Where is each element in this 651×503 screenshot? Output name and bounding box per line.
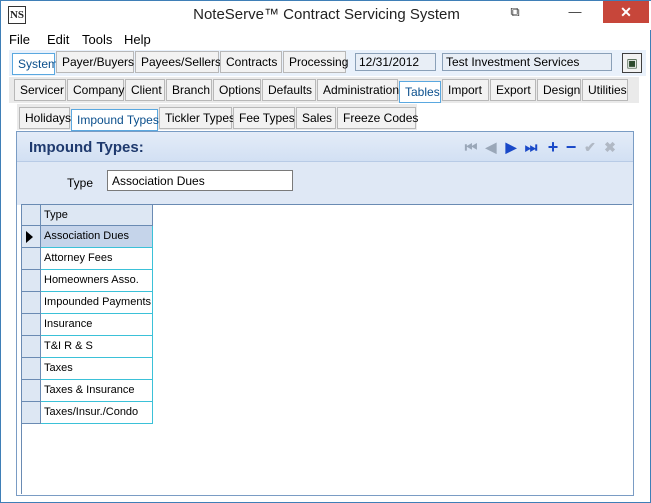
- tab-payer-buyers[interactable]: Payer/Buyers: [56, 51, 134, 73]
- tab-holidays[interactable]: Holidays: [19, 107, 71, 129]
- tab-processing[interactable]: Processing: [283, 51, 348, 73]
- menu-help[interactable]: Help: [124, 32, 151, 47]
- row-indicator[interactable]: [21, 270, 41, 292]
- tab-freeze-codes[interactable]: Freeze Codes: [337, 107, 418, 129]
- post-edit-icon[interactable]: ✔: [581, 138, 599, 156]
- tab-design[interactable]: Design: [537, 79, 581, 101]
- tab-export[interactable]: Export: [490, 79, 536, 101]
- grid-cell[interactable]: Attorney Fees: [41, 248, 153, 270]
- tab-options[interactable]: Options: [213, 79, 261, 101]
- tab-administration[interactable]: Administration: [317, 79, 399, 101]
- title-bar: NS NoteServe™ Contract Servicing System …: [1, 1, 651, 30]
- header-indicator: [21, 204, 41, 226]
- table-row[interactable]: Taxes & Insurance: [21, 380, 153, 402]
- tab-fee-types[interactable]: Fee Types: [233, 107, 295, 129]
- grid-cell[interactable]: Insurance: [41, 314, 153, 336]
- table-row[interactable]: Impounded Payments: [21, 292, 153, 314]
- grid-cell[interactable]: Taxes: [41, 358, 153, 380]
- grid-cell[interactable]: T&I R & S: [41, 336, 153, 358]
- table-row[interactable]: Taxes/Insur./Condo: [21, 402, 153, 424]
- tab-branch[interactable]: Branch: [166, 79, 212, 101]
- minimize-button[interactable]: —: [561, 1, 589, 23]
- row-indicator[interactable]: [21, 226, 41, 248]
- menu-edit[interactable]: Edit: [47, 32, 69, 47]
- grid-cell[interactable]: Homeowners Asso.: [41, 270, 153, 292]
- menu-tools[interactable]: Tools: [82, 32, 112, 47]
- tab-sales[interactable]: Sales: [296, 107, 336, 129]
- grid-cell[interactable]: Impounded Payments: [41, 292, 153, 314]
- tab-client[interactable]: Client: [125, 79, 165, 101]
- last-record-icon[interactable]: ⏭: [522, 138, 540, 156]
- grid-cell[interactable]: Association Dues: [41, 226, 153, 248]
- company-display: Test Investment Services: [442, 53, 612, 71]
- tab-import[interactable]: Import: [442, 79, 489, 101]
- row-indicator[interactable]: [21, 336, 41, 358]
- table-row[interactable]: Taxes: [21, 358, 153, 380]
- tab-defaults[interactable]: Defaults: [262, 79, 316, 101]
- column-header-type[interactable]: Type: [41, 204, 153, 226]
- insert-record-icon[interactable]: +: [544, 138, 562, 156]
- tab-servicer[interactable]: Servicer: [14, 79, 66, 101]
- close-button[interactable]: ✕: [603, 1, 649, 23]
- cancel-edit-icon[interactable]: ✖: [601, 138, 619, 156]
- grid-cell[interactable]: Taxes/Insur./Condo: [41, 402, 153, 424]
- grid-cell[interactable]: Taxes & Insurance: [41, 380, 153, 402]
- tab-payees-sellers[interactable]: Payees/Sellers: [135, 51, 221, 73]
- panel-title: Impound Types:: [29, 139, 144, 156]
- row-indicator[interactable]: [21, 380, 41, 402]
- table-row[interactable]: T&I R & S: [21, 336, 153, 358]
- first-record-icon[interactable]: ⏮: [462, 138, 480, 156]
- tab-tickler-types[interactable]: Tickler Types: [159, 107, 235, 129]
- table-row[interactable]: Homeowners Asso.: [21, 270, 153, 292]
- current-date-display: 12/31/2012: [355, 53, 436, 71]
- window-title: NoteServe™ Contract Servicing System: [193, 6, 460, 23]
- tab-system[interactable]: System: [12, 53, 58, 75]
- row-indicator[interactable]: [21, 358, 41, 380]
- tab-impound-types[interactable]: Impound Types: [71, 109, 159, 131]
- tab-tables[interactable]: Tables: [399, 81, 441, 103]
- row-indicator[interactable]: [21, 314, 41, 336]
- type-label: Type: [67, 176, 94, 190]
- row-indicator[interactable]: [21, 248, 41, 270]
- grid-header-row: Type: [21, 204, 153, 226]
- prior-record-icon[interactable]: ◀: [482, 138, 500, 156]
- menu-file[interactable]: File: [9, 32, 30, 47]
- table-row[interactable]: Association Dues: [21, 226, 153, 248]
- delete-record-icon[interactable]: −: [562, 138, 580, 156]
- table-row[interactable]: Attorney Fees: [21, 248, 153, 270]
- type-input[interactable]: [107, 170, 293, 191]
- edit-form: Type: [17, 162, 633, 205]
- tab-contracts[interactable]: Contracts: [220, 51, 282, 73]
- current-row-pointer-icon: [26, 231, 33, 243]
- tab-company[interactable]: Company: [67, 79, 124, 101]
- row-indicator[interactable]: [21, 292, 41, 314]
- restore-icon[interactable]: ⧉: [501, 1, 529, 23]
- panel-header: Impound Types: ⏮ ◀ ▶ ⏭ + − ✔ ✖: [17, 132, 633, 162]
- monitor-icon[interactable]: ▣: [622, 53, 642, 73]
- table-row[interactable]: Insurance: [21, 314, 153, 336]
- row-indicator[interactable]: [21, 402, 41, 424]
- app-window: NS NoteServe™ Contract Servicing System …: [0, 0, 651, 503]
- next-record-icon[interactable]: ▶: [502, 138, 520, 156]
- tab-utilities[interactable]: Utilities: [582, 79, 628, 101]
